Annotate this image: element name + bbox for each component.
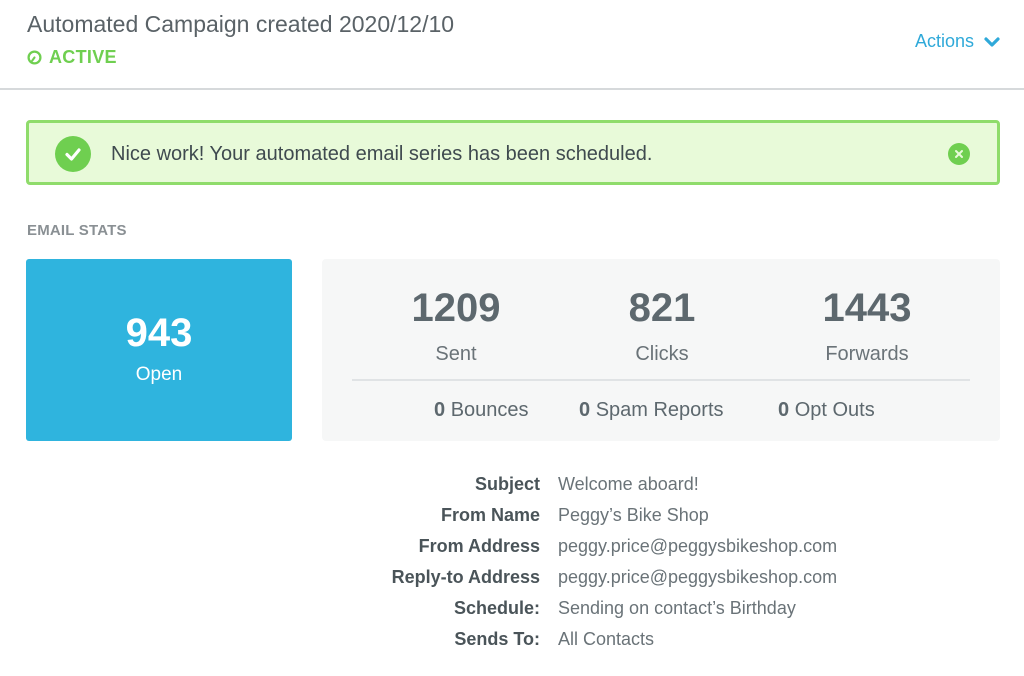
detail-row-reply-to: Reply-to Address peggy.price@peggysbikes… — [300, 567, 837, 593]
stat-spam-reports[interactable]: 0 Spam Reports — [579, 399, 724, 422]
close-icon — [955, 150, 963, 158]
status-badge: ACTIVE — [27, 47, 117, 68]
stat-label: Forwards — [825, 343, 909, 365]
clock-icon — [27, 50, 42, 65]
detail-row-schedule: Schedule: Sending on contact’s Birthday — [300, 598, 796, 624]
stat-sent[interactable]: 1209 Sent — [366, 285, 546, 366]
stat-bounces[interactable]: 0 Bounces — [434, 399, 529, 422]
close-alert-button[interactable] — [948, 143, 970, 165]
open-count: 943 — [125, 311, 193, 355]
detail-label: Schedule: — [453, 598, 540, 618]
stat-label: Sent — [435, 343, 477, 365]
detail-value: Sending on contact’s Birthday — [558, 598, 796, 618]
page-title: Automated Campaign created 2020/12/10 — [27, 11, 455, 37]
stat-value: 1209 — [411, 286, 501, 330]
stat-forwards[interactable]: 1443 Forwards — [777, 285, 957, 366]
bounces-count: 0 — [434, 399, 446, 421]
stat-value: 1443 — [822, 286, 912, 330]
open-label: Open — [135, 364, 183, 385]
detail-label: Reply-to Address — [391, 567, 540, 587]
actions-dropdown[interactable]: Actions — [915, 31, 1000, 52]
campaign-header: Automated Campaign created 2020/12/10 AC… — [0, 0, 1024, 90]
detail-value: Welcome aboard! — [558, 474, 699, 494]
alert-message: Nice work! Your automated email series h… — [111, 143, 653, 165]
detail-row-sends-to: Sends To: All Contacts — [300, 629, 654, 655]
opt-outs-count: 0 — [778, 399, 790, 421]
open-stat-card[interactable]: 943 Open — [26, 259, 292, 441]
detail-row-subject: Subject Welcome aboard! — [300, 474, 699, 500]
stat-value: 821 — [628, 286, 696, 330]
stat-opt-outs[interactable]: 0 Opt Outs — [778, 399, 875, 422]
detail-value: peggy.price@peggysbikeshop.com — [558, 536, 838, 556]
bounces-label: Bounces — [450, 399, 529, 421]
stat-label: Clicks — [635, 343, 689, 365]
stat-clicks[interactable]: 821 Clicks — [572, 285, 752, 366]
detail-row-from-address: From Address peggy.price@peggysbikeshop.… — [300, 536, 837, 562]
detail-value: peggy.price@peggysbikeshop.com — [558, 567, 838, 587]
detail-label: Subject — [474, 474, 540, 494]
spam-label: Spam Reports — [595, 399, 724, 421]
actions-label: Actions — [914, 31, 974, 51]
status-text: ACTIVE — [49, 47, 117, 67]
success-alert: Nice work! Your automated email series h… — [26, 120, 1000, 185]
spam-count: 0 — [579, 399, 591, 421]
email-stats-heading: EMAIL STATS — [27, 222, 127, 239]
opt-outs-label: Opt Outs — [794, 399, 875, 421]
chevron-down-icon — [984, 36, 1000, 47]
stats-divider — [352, 379, 970, 381]
detail-label: Sends To: — [454, 629, 540, 649]
detail-value: Peggy’s Bike Shop — [558, 505, 709, 525]
detail-label: From Name — [440, 505, 540, 525]
stats-panel: 1209 Sent 821 Clicks 1443 Forwards 0 Bou… — [322, 259, 1000, 441]
check-circle-icon — [55, 136, 91, 172]
detail-row-from-name: From Name Peggy’s Bike Shop — [300, 505, 709, 531]
detail-label: From Address — [418, 536, 540, 556]
detail-value: All Contacts — [558, 629, 655, 649]
